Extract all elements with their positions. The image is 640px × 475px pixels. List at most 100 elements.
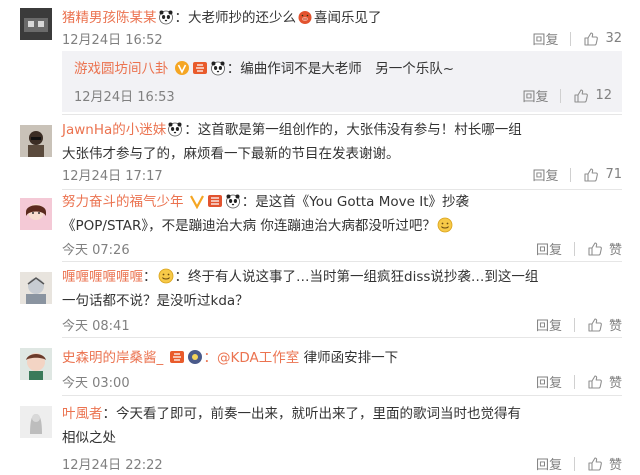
username-link[interactable]: 猪精男孩陈某某 [62,10,157,26]
like-button[interactable]: 32 [583,31,622,47]
reply-actions: 回复 12 [522,86,612,105]
comment-meta: 今天 07:26 回复 赞 [62,239,622,259]
thumb-up-icon [587,456,603,472]
like-label: 赞 [608,376,622,391]
comment-actions: 回复 赞 [536,454,622,473]
timestamp: 12月24日 17:17 [62,169,163,184]
like-button[interactable]: 赞 [587,315,622,334]
smile-emoji [437,217,453,233]
like-button[interactable]: 71 [583,167,622,183]
divider [560,88,562,103]
comment-content: ：今天看了即可，前奏一出来，就听出来了，里面的歌词当时也觉得有 [102,406,522,422]
comment-content: ：是这首《You Gotta Move It》抄袭 [241,194,469,210]
comment-text: 猪精男孩陈某某 ：大老师抄的还少么 喜闻乐见了 [62,6,622,30]
comment-content: 相似之处 [62,430,116,446]
username-link[interactable]: 喱喱喱喱喱喱 [62,269,143,285]
comment-content: ：终于有人说这事了…当时第一组疯狂diss说抄袭…到这一组 [174,269,539,285]
reply-button[interactable]: 回复 [532,29,558,48]
v-badge [174,60,190,76]
username-link[interactable]: 游戏圆坊间八卦 [74,61,169,77]
comment-actions: 回复 赞 [536,372,622,391]
divider [573,317,575,332]
timestamp: 12月24日 22:22 [62,458,163,473]
like-label: 赞 [608,243,622,258]
comment-item: 努力奋斗的福气少年 ：是这首《You Gotta Move It》抄袭 《POP… [0,190,640,262]
divider [570,167,572,182]
comment-meta: 今天 08:41 回复 赞 [62,315,622,335]
username-link[interactable]: 史森明的岸桑酱_ [62,350,163,366]
reply-button[interactable]: 回复 [536,454,562,473]
avatar[interactable] [20,406,52,438]
fans-badge [192,60,208,76]
thumb-up-icon [587,317,603,333]
comment-actions: 回复 赞 [536,239,622,258]
divider [573,241,575,256]
comment-meta: 12月24日 17:17 回复 71 [62,165,622,185]
avatar[interactable] [20,348,52,380]
like-button[interactable]: 赞 [587,372,622,391]
timestamp: 今天 08:41 [62,319,130,334]
reply-button[interactable]: 回复 [532,165,558,184]
username-link[interactable]: 努力奋斗的福气少年 [62,194,184,210]
timestamp: 今天 03:00 [62,376,130,391]
reply-content: ：编曲作词不是大老师 另一个乐队~ [226,61,455,77]
comment-actions: 回复 32 [532,29,622,48]
comment-content: 一句话都不说？是没听过kda？ [62,293,249,309]
comment-text: 史森明的岸桑酱_ ：@KDA工作室 律师函安排一下 [62,346,622,370]
avatar[interactable] [20,8,52,40]
reply-text: 游戏圆坊间八卦 ：编曲作词不是大老师 另一个乐队~ [74,57,612,81]
username-link[interactable]: JawnHa的小迷妹 [62,122,166,138]
comment-item: JawnHa的小迷妹 ：这首歌是第一组创作的，大张伟没有参与！村长哪一组 大张伟才… [0,115,640,190]
like-count: 32 [605,31,622,46]
comment-content: 《POP/STAR》，不是蹦迪治大病 你连蹦迪治大病都没听过吧？ [62,218,436,234]
like-button[interactable]: 12 [573,88,612,104]
comment-actions: 回复 赞 [536,315,622,334]
comment-content: ：大老师抄的还少么 [174,10,297,26]
reply-button[interactable]: 回复 [536,315,562,334]
timestamp: 12月24日 16:53 [74,90,175,105]
level-badge [207,193,223,209]
v-badge [189,193,205,209]
comment-content: 大张伟才参与了的，麻烦看一下最新的节目在发表谢谢。 [62,146,400,162]
member-badge [187,349,203,365]
reply-button[interactable]: 回复 [536,372,562,391]
thumb-up-icon [587,241,603,257]
username-link[interactable]: 叶風者 [62,406,103,422]
fans-badge [169,349,185,365]
divider [573,456,575,471]
thumb-up-icon [587,374,603,390]
reply-button[interactable]: 回复 [536,239,562,258]
avatar[interactable] [20,125,52,157]
panda-emoji [210,60,226,76]
panda-emoji [225,193,241,209]
comment-text: 努力奋斗的福气少年 ：是这首《You Gotta Move It》抄袭 《POP… [62,190,622,238]
pig-emoji [297,9,313,25]
comment-text: 叶風者：今天看了即可，前奏一出来，就听出来了，里面的歌词当时也觉得有 相似之处 [62,402,622,450]
comment-item: 叶風者：今天看了即可，前奏一出来，就听出来了，里面的歌词当时也觉得有 相似之处 … [0,396,640,475]
like-label: 赞 [608,458,622,473]
reply-button[interactable]: 回复 [522,86,548,105]
thumb-up-icon [573,88,589,104]
like-count: 12 [595,88,612,103]
like-button[interactable]: 赞 [587,454,622,473]
panda-emoji [158,9,174,25]
comment-text: 喱喱喱喱喱喱： ：终于有人说这事了…当时第一组疯狂diss说抄袭…到这一组 一句话… [62,265,622,313]
reply-meta: 12月24日 16:53 回复 12 [74,86,622,106]
comment-item: 史森明的岸桑酱_ ：@KDA工作室 律师函安排一下 今天 03:00 回复 赞 [0,338,640,394]
avatar[interactable] [20,198,52,230]
comment-item: 喱喱喱喱喱喱： ：终于有人说这事了…当时第一组疯狂diss说抄袭…到这一组 一句话… [0,262,640,338]
comment-actions: 回复 71 [532,165,622,184]
like-button[interactable]: 赞 [587,239,622,258]
mention-link[interactable]: ：@KDA工作室 [204,350,300,366]
comment-meta: 12月24日 16:52 回复 32 [62,29,622,49]
timestamp: 12月24日 16:52 [62,33,163,48]
panda-emoji [167,121,183,137]
like-label: 赞 [608,319,622,334]
comment-content: 律师函安排一下 [299,350,399,366]
avatar[interactable] [20,272,52,304]
divider [570,31,572,46]
comment-content: 喜闻乐见了 [314,10,382,26]
comment-text: JawnHa的小迷妹 ：这首歌是第一组创作的，大张伟没有参与！村长哪一组 大张伟才… [62,118,622,166]
comment-meta: 12月24日 22:22 回复 赞 [62,454,622,474]
smile-emoji [158,268,174,284]
